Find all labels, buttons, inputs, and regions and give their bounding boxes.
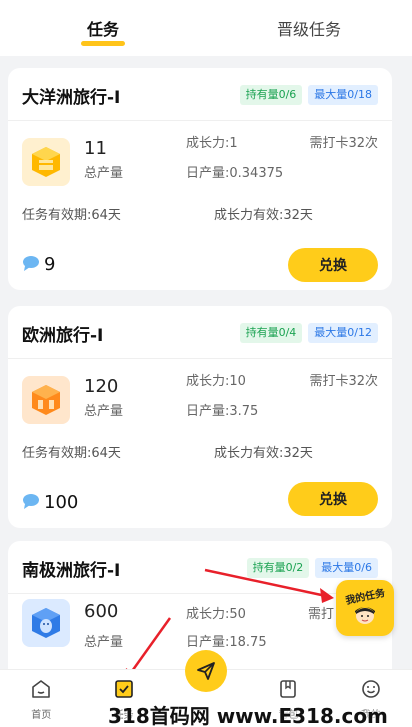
- nav-home-label: 首页: [31, 710, 52, 721]
- annotation-arrows: [124, 568, 334, 683]
- site-watermark: 318首码网 www.E318.com: [108, 704, 388, 727]
- nav-home[interactable]: 首页: [0, 670, 82, 727]
- send-icon: [185, 650, 228, 692]
- home-icon: [30, 678, 52, 704]
- arrowhead-icon: [320, 588, 334, 603]
